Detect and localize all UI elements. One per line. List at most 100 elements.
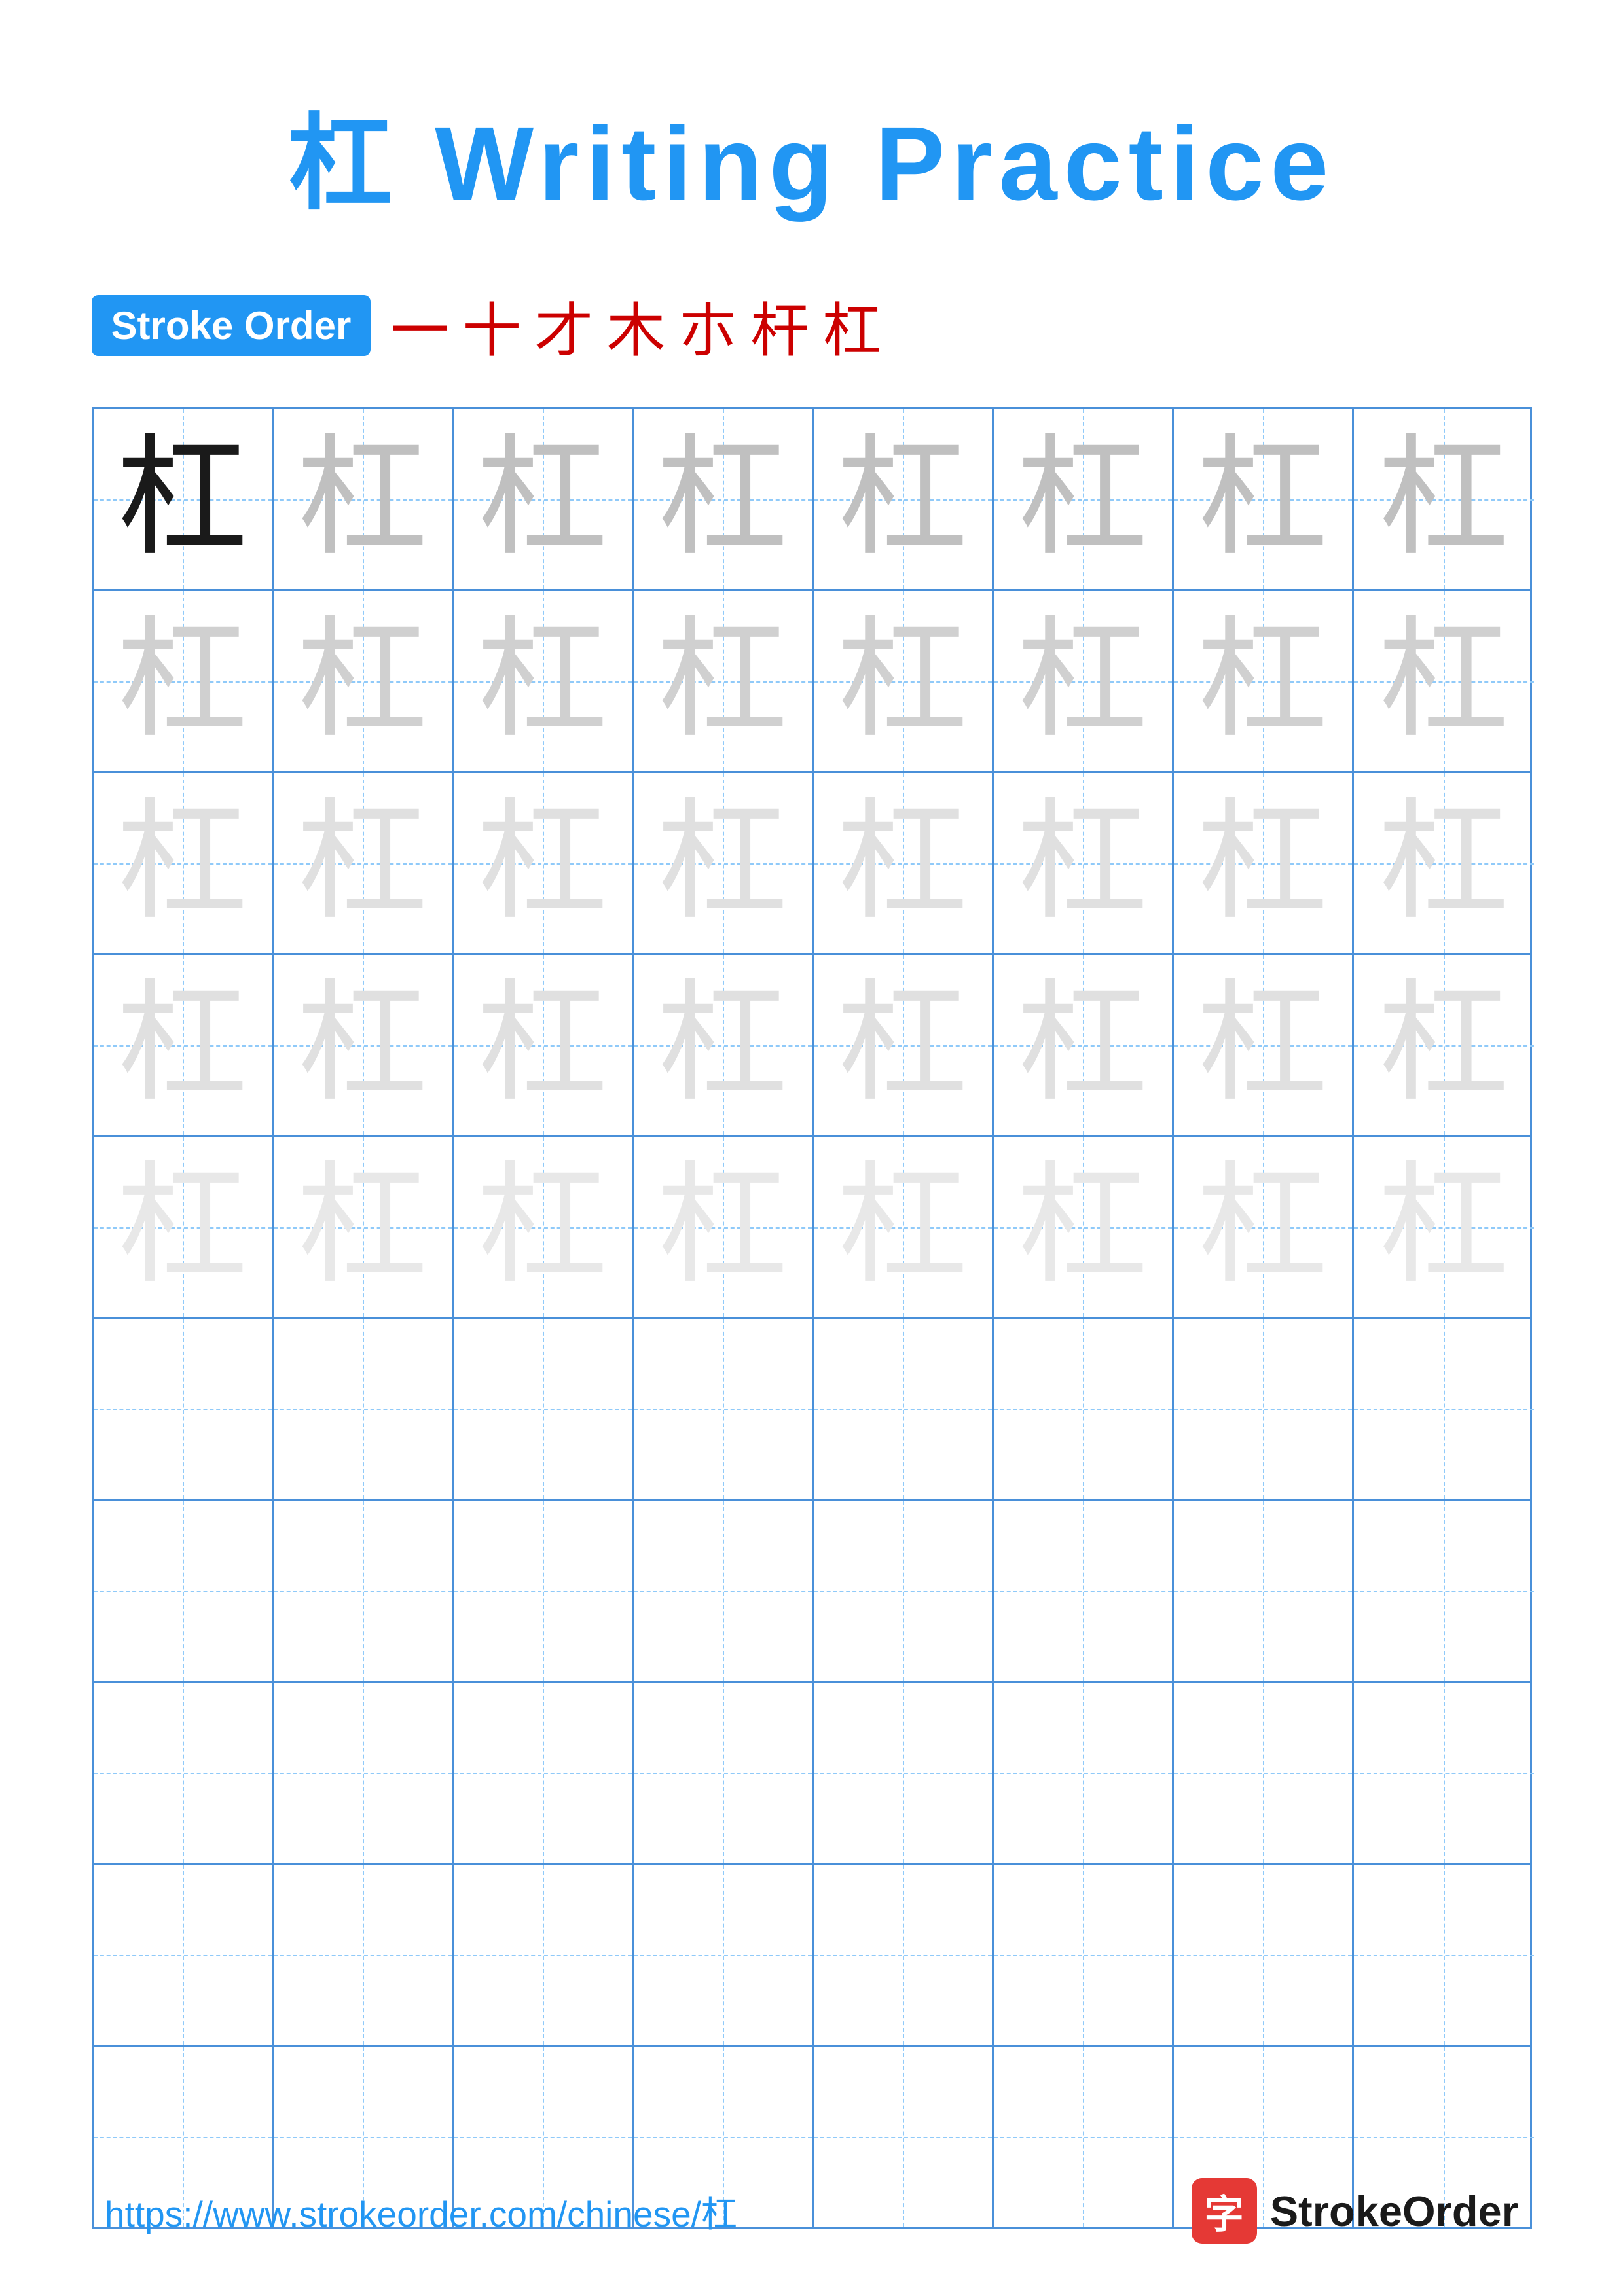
practice-char: 杠 [297,434,428,565]
stroke-order-badge: Stroke Order [92,295,371,356]
grid-cell[interactable] [1174,1501,1354,1681]
practice-char: 杠 [837,1162,968,1293]
stroke-3: 才 [534,283,593,368]
practice-char: 杠 [297,980,428,1111]
grid-cell[interactable] [994,1319,1174,1499]
practice-char: 杠 [1378,980,1509,1111]
grid-cell[interactable] [1174,1683,1354,1863]
grid-cell[interactable]: 杠 [454,955,634,1135]
grid-cell[interactable] [634,1865,814,2045]
practice-char: 杠 [837,434,968,565]
grid-cell[interactable]: 杠 [634,955,814,1135]
grid-cell[interactable]: 杠 [814,1137,994,1317]
grid-cell[interactable]: 杠 [1174,1137,1354,1317]
grid-cell[interactable]: 杠 [454,591,634,771]
page: 杠 Writing Practice Stroke Order 一 十 才 木 … [0,0,1623,2296]
grid-cell[interactable] [634,1319,814,1499]
grid-cell[interactable]: 杠 [94,955,274,1135]
grid-cell[interactable]: 杠 [1174,591,1354,771]
grid-row-1: 杠 杠 杠 杠 杠 杠 杠 杠 [94,409,1530,591]
grid-cell[interactable]: 杠 [634,591,814,771]
grid-cell[interactable] [634,1683,814,1863]
grid-cell[interactable]: 杠 [814,591,994,771]
practice-char: 杠 [117,798,247,929]
stroke-order-row: Stroke Order 一 十 才 木 朩 杆 杠 [92,283,1532,368]
practice-char: 杠 [657,798,788,929]
grid-cell[interactable]: 杠 [634,1137,814,1317]
practice-grid: 杠 杠 杠 杠 杠 杠 杠 杠 杠 杠 杠 杠 杠 杠 杠 杠 杠 杠 杠 杠 … [92,407,1532,2229]
grid-cell[interactable]: 杠 [1354,1137,1534,1317]
grid-cell[interactable] [94,1865,274,2045]
grid-cell[interactable]: 杠 [94,591,274,771]
footer-brand: 字 StrokeOrder [1192,2178,1518,2244]
grid-cell[interactable]: 杠 [994,955,1174,1135]
grid-cell[interactable]: 杠 [274,591,454,771]
grid-cell[interactable] [994,1501,1174,1681]
grid-cell[interactable]: 杠 [1354,409,1534,589]
grid-cell[interactable]: 杠 [1174,409,1354,589]
grid-cell[interactable] [1174,1319,1354,1499]
stroke-7: 杠 [822,283,881,368]
practice-char: 杠 [477,980,608,1111]
grid-cell[interactable] [274,1501,454,1681]
grid-cell[interactable] [634,1501,814,1681]
practice-char: 杠 [117,616,247,747]
grid-cell[interactable] [94,1501,274,1681]
grid-cell[interactable] [94,1319,274,1499]
grid-cell[interactable]: 杠 [1174,955,1354,1135]
grid-cell[interactable] [1174,1865,1354,2045]
grid-cell[interactable] [814,1865,994,2045]
practice-char: 杠 [1017,616,1148,747]
grid-cell[interactable] [274,1683,454,1863]
grid-cell[interactable]: 杠 [94,1137,274,1317]
brand-name: StrokeOrder [1270,2187,1518,2236]
grid-cell[interactable] [274,1865,454,2045]
grid-cell[interactable]: 杠 [634,773,814,953]
grid-cell[interactable]: 杠 [1174,773,1354,953]
grid-cell[interactable]: 杠 [814,773,994,953]
grid-cell[interactable]: 杠 [634,409,814,589]
stroke-2: 十 [462,283,521,368]
grid-cell[interactable]: 杠 [274,955,454,1135]
grid-cell[interactable]: 杠 [454,773,634,953]
grid-cell[interactable] [94,1683,274,1863]
grid-cell[interactable]: 杠 [994,591,1174,771]
practice-char: 杠 [297,616,428,747]
grid-cell[interactable] [1354,1683,1534,1863]
grid-cell[interactable]: 杠 [454,409,634,589]
grid-cell[interactable] [1354,1865,1534,2045]
footer-url[interactable]: https://www.strokeorder.com/chinese/杠 [105,2185,737,2237]
grid-cell[interactable]: 杠 [994,1137,1174,1317]
grid-cell[interactable] [1354,1319,1534,1499]
grid-cell[interactable]: 杠 [814,955,994,1135]
grid-row-4: 杠 杠 杠 杠 杠 杠 杠 杠 [94,955,1530,1137]
grid-cell[interactable]: 杠 [454,1137,634,1317]
grid-cell[interactable]: 杠 [94,773,274,953]
grid-row-2: 杠 杠 杠 杠 杠 杠 杠 杠 [94,591,1530,773]
stroke-5: 朩 [678,283,737,368]
practice-char: 杠 [477,1162,608,1293]
grid-row-7 [94,1501,1530,1683]
grid-cell[interactable] [274,1319,454,1499]
grid-cell[interactable] [814,1501,994,1681]
grid-cell[interactable]: 杠 [994,773,1174,953]
grid-cell[interactable] [994,1865,1174,2045]
grid-cell[interactable]: 杠 [274,409,454,589]
grid-cell[interactable]: 杠 [814,409,994,589]
grid-cell[interactable] [454,1683,634,1863]
grid-cell[interactable]: 杠 [1354,955,1534,1135]
grid-cell[interactable]: 杠 [274,1137,454,1317]
grid-cell[interactable] [994,1683,1174,1863]
grid-cell[interactable] [454,1501,634,1681]
grid-cell[interactable] [454,1865,634,2045]
grid-cell[interactable]: 杠 [994,409,1174,589]
grid-cell[interactable] [814,1683,994,1863]
grid-cell[interactable] [1354,1501,1534,1681]
grid-cell[interactable]: 杠 [94,409,274,589]
grid-cell[interactable] [454,1319,634,1499]
grid-cell[interactable]: 杠 [1354,773,1534,953]
practice-char: 杠 [1378,1162,1509,1293]
grid-cell[interactable] [814,1319,994,1499]
grid-cell[interactable]: 杠 [1354,591,1534,771]
grid-cell[interactable]: 杠 [274,773,454,953]
